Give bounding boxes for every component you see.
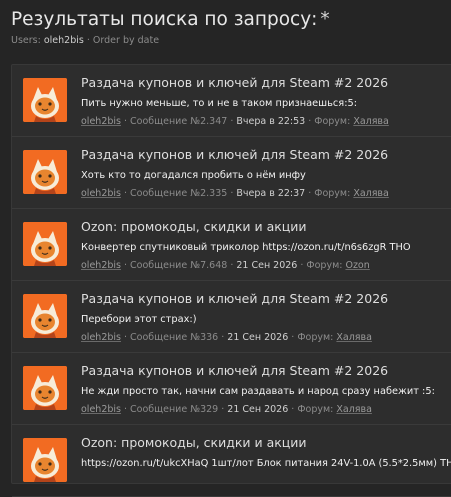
result-title-link[interactable]: Ozon: промокоды, скидки и акции: [81, 435, 307, 450]
cat-avatar-icon[interactable]: [23, 78, 67, 122]
forum-label: Форум:: [314, 116, 351, 127]
result-snippet[interactable]: Не жди просто так, начни сам раздавать и…: [81, 386, 435, 397]
message-date: Вчера в 22:37: [236, 188, 306, 199]
cat-avatar-icon[interactable]: [23, 294, 67, 338]
result-item: Раздача купонов и ключей для Steam #2 20…: [12, 353, 451, 425]
result-meta: oleh2bis · Сообщение №7.648 · 21 Сен 202…: [81, 260, 370, 271]
result-title-link[interactable]: Раздача купонов и ключей для Steam #2 20…: [81, 291, 388, 306]
forum-link[interactable]: Халява: [353, 116, 389, 127]
result-title-link[interactable]: Раздача купонов и ключей для Steam #2 20…: [81, 147, 388, 162]
author-link[interactable]: oleh2bis: [81, 332, 121, 343]
result-item: Раздача купонов и ключей для Steam #2 20…: [12, 65, 451, 137]
search-results-list: Раздача купонов и ключей для Steam #2 20…: [11, 64, 451, 497]
message-date: 21 Сен 2026: [227, 332, 289, 343]
result-title-link[interactable]: Ozon: промокоды, скидки и акции: [81, 219, 307, 234]
result-item: Раздача купонов и ключей для Steam #2 20…: [12, 137, 451, 209]
result-meta: oleh2bis · Сообщение №336 · 21 Сен 2026 …: [81, 332, 372, 343]
message-number: Сообщение №336: [130, 332, 219, 343]
forum-link[interactable]: Халява: [353, 188, 389, 199]
result-meta: oleh2bis · Сообщение №329 · 21 Сен 2026 …: [81, 404, 372, 415]
cat-avatar-icon[interactable]: [23, 366, 67, 410]
result-title-link[interactable]: Раздача купонов и ключей для Steam #2 20…: [81, 75, 388, 90]
message-date: Вчера в 22:53: [236, 116, 306, 127]
cat-avatar-icon[interactable]: [23, 150, 67, 194]
message-number: Сообщение №2.335: [130, 188, 228, 199]
users-label: Users:: [11, 35, 41, 46]
author-link[interactable]: oleh2bis: [81, 188, 121, 199]
cat-avatar-icon[interactable]: [23, 438, 67, 482]
result-snippet[interactable]: Пить нужно меньше, то и не в таком призн…: [81, 98, 357, 109]
result-meta: oleh2bis · Сообщение №2.347 · Вчера в 22…: [81, 116, 389, 127]
order-label: Order by date: [92, 35, 160, 46]
message-date: 21 Сен 2026: [227, 404, 289, 415]
message-date: 21 Сен 2026: [236, 260, 298, 271]
forum-link[interactable]: Халява: [336, 404, 372, 415]
cat-avatar-icon[interactable]: [23, 222, 67, 266]
author-link[interactable]: oleh2bis: [81, 116, 121, 127]
forum-label: Форум:: [297, 332, 334, 343]
meta-separator: ·: [86, 35, 90, 46]
forum-label: Форум:: [297, 404, 334, 415]
message-number: Сообщение №7.648: [130, 260, 228, 271]
message-number: Сообщение №329: [130, 404, 219, 415]
result-item: Раздача купонов и ключей для Steam #2 20…: [12, 281, 451, 353]
search-query: *: [320, 9, 330, 30]
author-link[interactable]: oleh2bis: [81, 260, 121, 271]
result-item: Ozon: промокоды, скидки и акции Конверте…: [12, 209, 451, 281]
result-snippet[interactable]: https://ozon.ru/t/ukcXHaQ 1шт/лот Блок п…: [81, 458, 451, 469]
page-title-text: Результаты поиска по запросу:: [11, 9, 318, 30]
users-value-link[interactable]: oleh2bis: [44, 35, 84, 46]
search-meta: Users: oleh2bis · Order by date: [11, 35, 159, 46]
result-snippet[interactable]: Хоть кто то догадался пробить о нём инфу: [81, 170, 306, 181]
result-snippet[interactable]: Конвертер спутниковый триколор https://o…: [81, 242, 411, 253]
forum-label: Форум:: [314, 188, 351, 199]
result-meta: oleh2bis · Сообщение №2.335 · Вчера в 22…: [81, 188, 389, 199]
result-title-link[interactable]: Раздача купонов и ключей для Steam #2 20…: [81, 363, 388, 378]
result-item: Ozon: промокоды, скидки и акции https://…: [12, 425, 451, 497]
forum-link[interactable]: Ozon: [345, 260, 369, 271]
forum-link[interactable]: Халява: [336, 332, 372, 343]
message-number: Сообщение №2.347: [130, 116, 228, 127]
result-snippet[interactable]: Перебори этот страх:): [81, 314, 197, 325]
forum-label: Форум:: [306, 260, 343, 271]
page-title: Результаты поиска по запросу: *: [11, 9, 330, 30]
author-link[interactable]: oleh2bis: [81, 404, 121, 415]
page-header: Результаты поиска по запросу: * Users: ol…: [0, 0, 451, 58]
